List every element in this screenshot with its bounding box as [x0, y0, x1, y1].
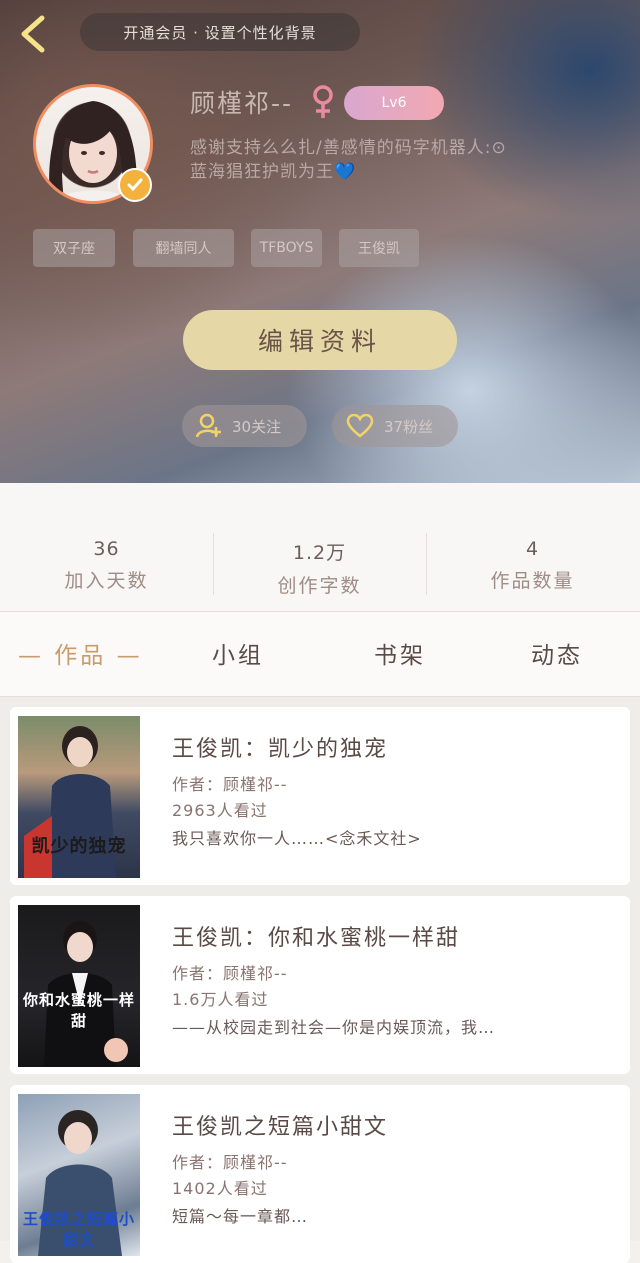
stat-word-count: 1.2万 创作字数 — [213, 538, 426, 598]
stat-label: 作品数量 — [490, 570, 575, 592]
work-title: 王俊凯：凯少的独宠 — [172, 737, 389, 762]
stat-label: 加入天数 — [64, 570, 149, 592]
following-button[interactable]: 30关注 — [182, 405, 307, 447]
tab-groups[interactable]: 小组 — [212, 636, 264, 670]
blue-heart-icon: 💙 — [334, 162, 357, 182]
work-title: 王俊凯：你和水蜜桃一样甜 — [172, 926, 461, 951]
bio-line: 蓝海猖狂护凯为王💙 — [190, 160, 620, 184]
bio-line: 感谢支持么么扎/善感情的码字机器人:⊙ — [190, 138, 507, 158]
work-card[interactable]: 凯少的独宠 王俊凯：凯少的独宠 作者：顾槿祁-- 2963人看过 我只喜欢你一人… — [10, 707, 630, 885]
tab-works[interactable]: — 作品 — — [18, 636, 143, 670]
heart-icon — [346, 414, 374, 438]
stat-label: 创作字数 — [277, 575, 362, 597]
back-button[interactable] — [14, 12, 54, 56]
fans-button[interactable]: 37粉丝 — [332, 405, 458, 447]
work-views: 1402人看过 — [172, 1179, 268, 1198]
stat-value: 36 — [93, 538, 120, 560]
stat-value: 1.2万 — [292, 542, 347, 564]
work-title: 王俊凯之短篇小甜文 — [172, 1115, 389, 1140]
work-description: 短篇～每一章都… — [172, 1207, 309, 1226]
work-description: 我只喜欢你一人……<念禾文社> — [172, 829, 422, 848]
cover-title: 王俊凯之短篇小甜文 — [22, 1210, 135, 1249]
tab-bar: — 作品 — 小组 书架 动态 — [0, 612, 640, 697]
work-description: ——从校园走到社会—你是内娱顶流，我… — [172, 1018, 496, 1037]
cover-figure — [44, 921, 128, 1067]
bio-line-text: 蓝海猖狂护凯为王 — [190, 162, 334, 182]
work-author: 作者：顾槿祁-- — [172, 775, 288, 794]
level-badge: Lv6 — [344, 86, 444, 120]
verified-badge — [118, 168, 152, 202]
fans-count: 37粉丝 — [384, 417, 434, 436]
works-list: 凯少的独宠 王俊凯：凯少的独宠 作者：顾槿祁-- 2963人看过 我只喜欢你一人… — [0, 697, 640, 1263]
chevron-left-icon — [21, 15, 45, 53]
profile-header: 开通会员 · 设置个性化背景 顾槿祁-- Lv6 感谢支持么么扎/善感情的码字机… — [0, 0, 640, 483]
work-card[interactable]: 王俊凯之短篇小甜文 王俊凯之短篇小甜文 作者：顾槿祁-- 1402人看过 短篇～… — [10, 1085, 630, 1263]
add-user-icon — [196, 413, 221, 438]
stat-value: 4 — [525, 538, 540, 560]
cover-title: 你和水蜜桃一样甜 — [22, 991, 135, 1030]
stat-works-count: 4 作品数量 — [426, 538, 639, 593]
work-cover: 你和水蜜桃一样甜 — [18, 905, 140, 1067]
tab-bookshelf[interactable]: 书架 — [374, 636, 426, 670]
edit-profile-button[interactable]: 编辑资料 — [183, 310, 457, 370]
following-count: 30关注 — [232, 417, 282, 436]
tag[interactable]: 双子座 — [33, 229, 115, 267]
checkmark-icon — [127, 178, 143, 192]
stat-join-days: 36 加入天数 — [0, 538, 213, 593]
tag[interactable]: TFBOYS — [251, 229, 322, 267]
bio: 感谢支持么么扎/善感情的码字机器人:⊙ 蓝海猖狂护凯为王💙 — [190, 136, 620, 184]
work-author: 作者：顾槿祁-- — [172, 964, 288, 983]
work-cover: 凯少的独宠 — [18, 716, 140, 878]
tag[interactable]: 王俊凯 — [339, 229, 419, 267]
username: 顾槿祁-- — [190, 89, 294, 118]
work-views: 1.6万人看过 — [172, 990, 269, 1009]
stats-bar: 36 加入天数 1.2万 创作字数 4 作品数量 — [0, 483, 640, 612]
tag[interactable]: 翻墙同人 — [133, 229, 234, 267]
work-views: 2963人看过 — [172, 801, 268, 820]
female-icon — [313, 85, 333, 118]
work-author: 作者：顾槿祁-- — [172, 1153, 288, 1172]
work-cover: 王俊凯之短篇小甜文 — [18, 1094, 140, 1256]
tab-activity[interactable]: 动态 — [531, 636, 583, 670]
cover-title: 凯少的独宠 — [31, 836, 127, 857]
vip-banner[interactable]: 开通会员 · 设置个性化背景 — [80, 13, 360, 51]
work-card[interactable]: 你和水蜜桃一样甜 王俊凯：你和水蜜桃一样甜 作者：顾槿祁-- 1.6万人看过 —… — [10, 896, 630, 1074]
